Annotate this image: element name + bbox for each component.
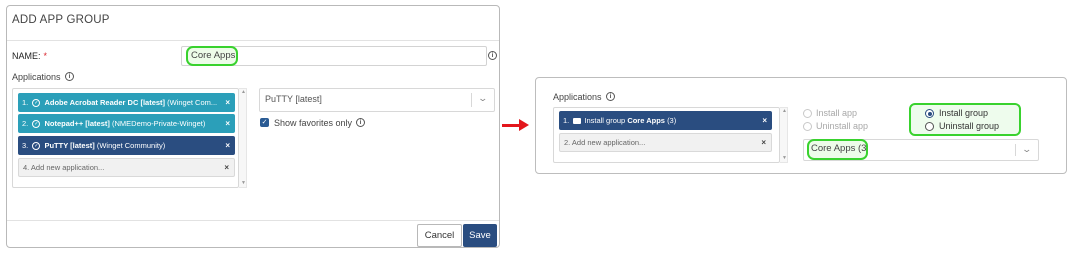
panel-applications-label: Applications [553,92,602,102]
app-source: (Winget Community) [96,141,166,150]
uninstall-app-radio[interactable] [803,122,812,131]
name-info-icon[interactable]: i [488,51,497,60]
scroll-up-icon[interactable]: ▲ [241,90,246,95]
remove-group-button[interactable]: × [762,111,767,130]
show-favorites-info-icon[interactable]: i [356,118,365,127]
uninstall-group-radio[interactable] [925,122,934,131]
app-chip[interactable]: 1. ✓ Adobe Acrobat Reader DC [latest] (W… [18,93,235,112]
panel-application-list: 1. Install group Core Apps (3) × 2. Add … [553,107,780,163]
install-group-radio[interactable] [925,109,934,118]
name-input[interactable]: Core Apps [181,46,487,66]
uninstall-app-label: Uninstall app [816,121,869,131]
install-group-label: Install group [939,108,989,118]
footer-divider [7,220,499,221]
install-app-radio[interactable] [803,109,812,118]
scroll-down-icon[interactable]: ▼ [782,156,787,161]
panel-add-new-application-field[interactable]: 2. Add new application... × [559,133,772,152]
application-list-scrollbar[interactable]: ▲ ▼ [239,88,247,188]
install-app-label: Install app [816,108,858,118]
select-divider [1015,144,1016,156]
app-name: PuTTY [latest] [44,141,95,150]
folder-icon [573,118,582,125]
save-button[interactable]: Save [463,224,497,247]
arrow-right-icon [519,119,529,131]
panel-applications-label-text: Applications [553,92,602,102]
application-select[interactable]: PuTTY [latest] ⌄ [259,88,495,112]
remove-app-button[interactable]: × [225,114,230,133]
title-divider [7,40,499,41]
panel-list-scrollbar[interactable]: ▲ ▼ [780,107,788,163]
check-circle-icon: ✓ [32,142,41,151]
remove-app-button[interactable]: × [225,136,230,155]
application-select-value: PuTTY [latest] [265,94,322,104]
check-circle-icon: ✓ [32,99,41,108]
group-name: Core Apps [627,116,665,125]
remove-app-button[interactable]: × [225,93,230,112]
panel-clear-new-application-button[interactable]: × [761,134,766,151]
name-label: NAME: * [12,51,47,61]
chevron-down-icon[interactable]: ⌄ [478,93,489,104]
dialog-title: ADD APP GROUP [12,14,110,26]
group-count: (3) [667,116,677,125]
panel-applications-info-icon[interactable]: i [606,92,615,101]
applications-info-icon[interactable]: i [65,72,74,81]
group-prefix: Install group [584,116,626,125]
group-select[interactable]: Core Apps (3) ⌄ [803,139,1039,161]
panel-add-new-placeholder: 2. Add new application... [564,138,646,147]
group-index: 1. [563,116,570,125]
required-mark: * [43,51,48,61]
add-new-placeholder: 4. Add new application... [23,163,105,172]
app-source: (Winget Com... [167,98,218,107]
chevron-down-icon[interactable]: ⌄ [1022,144,1033,155]
show-favorites-label: Show favorites only [274,118,353,128]
app-name: Notepad++ [latest] [44,119,110,128]
app-index: 2. [22,119,29,128]
add-app-group-dialog: ADD APP GROUP NAME: * Core Apps i Applica… [6,5,500,248]
group-action-highlight: Install group Uninstall group [909,103,1021,136]
scroll-down-icon[interactable]: ▼ [241,181,246,186]
app-chip[interactable]: 2. ✓ Notepad++ [latest] (NMEDemo-Private… [18,114,235,133]
application-list: 1. ✓ Adobe Acrobat Reader DC [latest] (W… [12,88,239,188]
app-chip-selected[interactable]: 3. ✓ PuTTY [latest] (Winget Community) × [18,136,235,155]
name-label-text: NAME: [12,51,41,61]
scroll-up-icon[interactable]: ▲ [782,109,787,114]
cancel-button[interactable]: Cancel [417,224,462,247]
group-chip[interactable]: 1. Install group Core Apps (3) × [559,111,772,130]
name-value-highlight: Core Apps [186,46,238,66]
select-divider [471,93,472,107]
applications-label-text: Applications [12,72,61,82]
applications-label: Applications [12,72,61,82]
group-select-value-highlight: Core Apps (3) [807,139,868,160]
app-source: (NMEDemo-Private-Winget) [111,119,206,128]
uninstall-group-label: Uninstall group [939,121,1000,131]
clear-new-application-button[interactable]: × [224,159,229,176]
app-index: 3. [22,141,29,150]
check-circle-icon: ✓ [32,120,41,129]
app-index: 1. [22,98,29,107]
add-new-application-field[interactable]: 4. Add new application... × [18,158,235,177]
group-result-panel: Applications i 1. Install group Core App… [535,77,1067,174]
show-favorites-checkbox[interactable]: ✓ [260,118,269,127]
app-name: Adobe Acrobat Reader DC [latest] [44,98,166,107]
